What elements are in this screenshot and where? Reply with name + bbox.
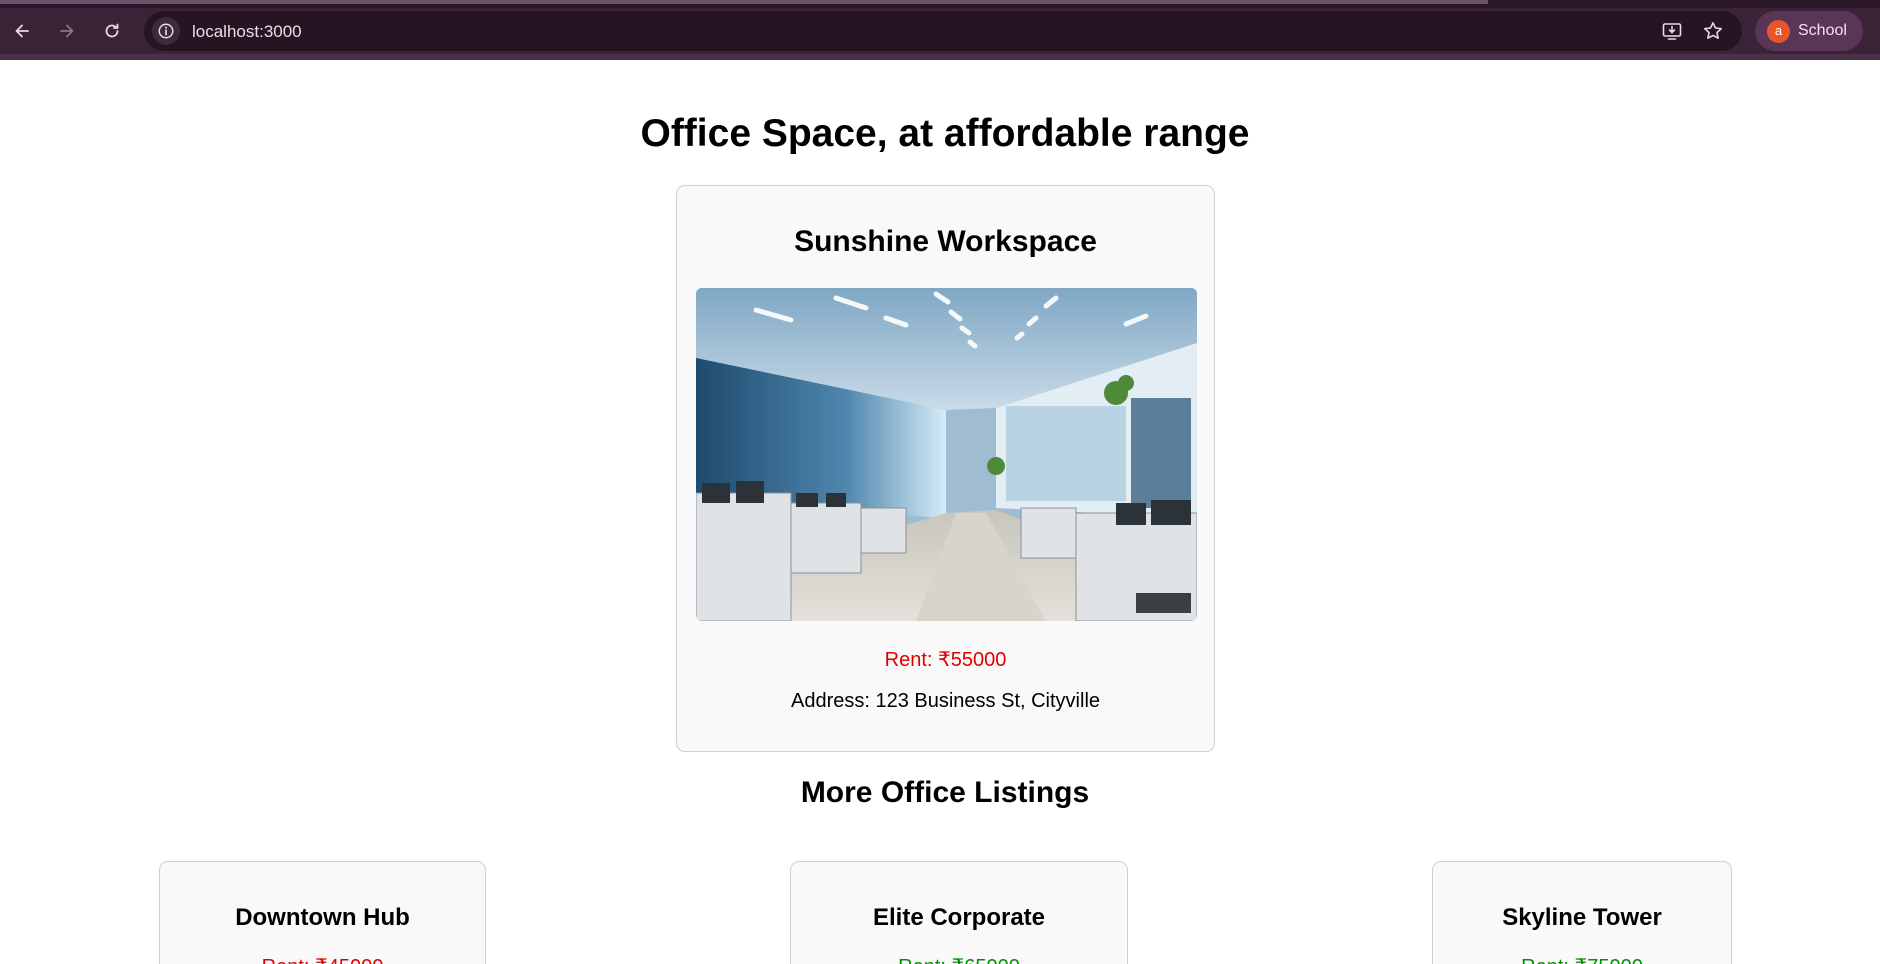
profile-name: School bbox=[1798, 22, 1847, 39]
browser-toolbar: localhost:3000 a School bbox=[0, 9, 1880, 53]
browser-chrome: localhost:3000 a School bbox=[0, 0, 1880, 60]
more-listings-heading: More Office Listings bbox=[800, 776, 1090, 809]
install-app-icon bbox=[1662, 23, 1682, 40]
forward-button[interactable] bbox=[51, 15, 83, 47]
listing-name: Downtown Hub bbox=[235, 904, 410, 931]
featured-office-card: Sunshine Workspace Rent: ₹55000 Address:… bbox=[676, 185, 1215, 752]
page-title: Office Space, at affordable range bbox=[640, 112, 1250, 155]
page-content: Office Space, at affordable range Sunshi… bbox=[0, 60, 1880, 964]
star-icon bbox=[1704, 22, 1722, 39]
reload-button[interactable] bbox=[96, 15, 128, 47]
site-info-button[interactable] bbox=[152, 17, 180, 45]
info-icon bbox=[158, 23, 174, 39]
listing-card: Elite Corporate Rent: ₹65000 bbox=[790, 861, 1128, 964]
listing-name: Skyline Tower bbox=[1502, 904, 1662, 931]
profile-button[interactable]: a School bbox=[1755, 11, 1863, 51]
url-text[interactable]: localhost:3000 bbox=[192, 22, 302, 42]
reload-icon bbox=[105, 23, 119, 38]
arrow-left-icon bbox=[15, 24, 29, 38]
address-bar[interactable]: localhost:3000 bbox=[144, 11, 1742, 51]
bookmark-button[interactable] bbox=[1699, 17, 1727, 45]
listing-name: Elite Corporate bbox=[872, 904, 1046, 931]
featured-office-rent: Rent: ₹55000 bbox=[884, 649, 1007, 671]
featured-office-name: Sunshine Workspace bbox=[794, 225, 1097, 258]
listing-rent: Rent: ₹75000 bbox=[1433, 954, 1731, 964]
listing-card: Skyline Tower Rent: ₹75000 bbox=[1432, 861, 1732, 964]
office-photo bbox=[696, 288, 1197, 621]
tab-strip bbox=[0, 0, 1880, 8]
listing-card: Downtown Hub Rent: ₹45000 bbox=[159, 861, 486, 964]
listing-rent: Rent: ₹45000 bbox=[160, 954, 485, 964]
back-button[interactable] bbox=[6, 15, 38, 47]
arrow-right-icon bbox=[60, 24, 74, 38]
install-app-button[interactable] bbox=[1658, 17, 1686, 45]
featured-office-image bbox=[696, 288, 1197, 621]
featured-office-address: Address: 123 Business St, Cityville bbox=[790, 690, 1101, 712]
avatar: a bbox=[1767, 20, 1790, 43]
listing-rent: Rent: ₹65000 bbox=[791, 954, 1127, 964]
